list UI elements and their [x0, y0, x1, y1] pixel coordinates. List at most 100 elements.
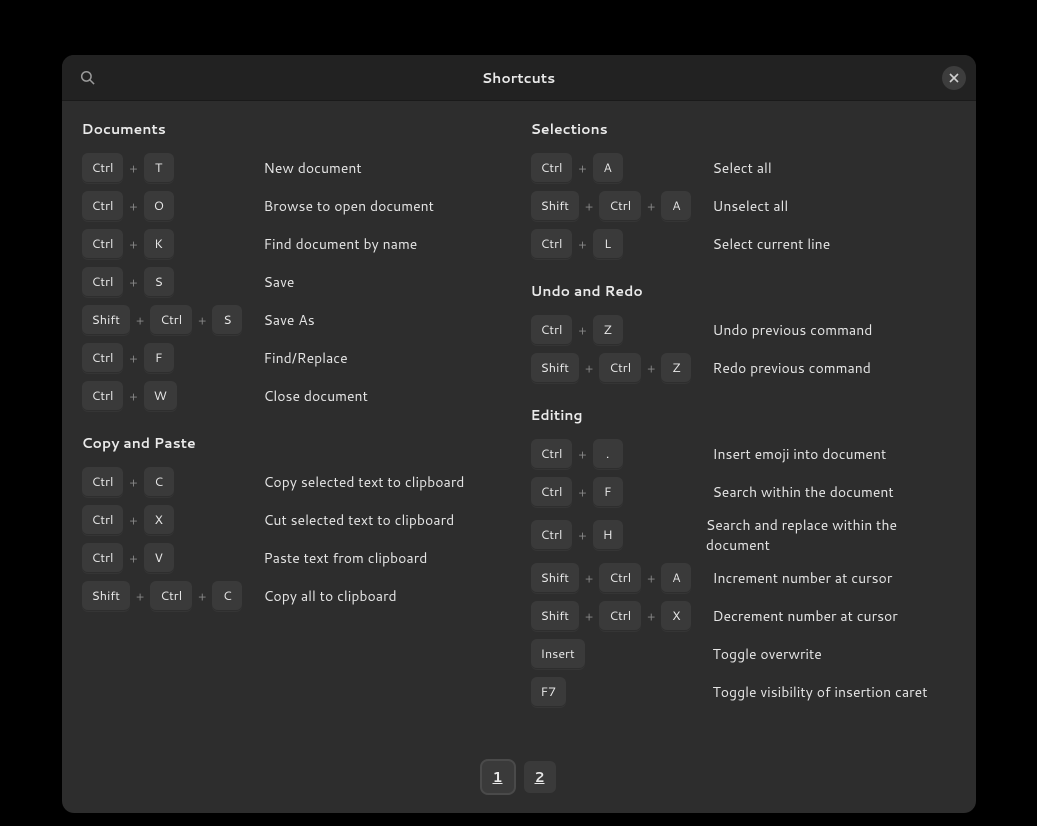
close-button[interactable]	[942, 66, 966, 90]
page-1-button[interactable]: 1	[482, 761, 514, 793]
key-cap: V	[144, 543, 174, 573]
key-plus: +	[123, 198, 143, 215]
shortcut-keys: Ctrl+A	[531, 153, 713, 183]
shortcuts-content: DocumentsCtrl+TNew documentCtrl+OBrowse …	[62, 101, 976, 749]
shortcut-row: Ctrl+SSave	[82, 267, 507, 297]
shortcut-row: F7 Toggle visibility of insertion caret	[531, 677, 956, 707]
key-cap: Ctrl	[531, 439, 573, 469]
shortcut-keys: Ctrl+W	[82, 381, 264, 411]
shortcut-keys: Shift+Ctrl+Z	[531, 353, 713, 383]
key-plus: +	[579, 608, 599, 625]
shortcut-description: Redo previous command	[713, 358, 871, 378]
key-cap: Ctrl	[82, 267, 124, 297]
shortcut-row: Ctrl+VPaste text from clipboard	[82, 543, 507, 573]
shortcut-keys: Ctrl+F	[531, 477, 713, 507]
key-plus: +	[123, 388, 143, 405]
key-cap: Shift	[82, 305, 131, 335]
shortcut-row: Ctrl+LSelect current line	[531, 229, 956, 259]
key-cap: Z	[661, 353, 691, 383]
key-plus: +	[123, 350, 143, 367]
shortcut-description: Decrement number at cursor	[713, 606, 898, 626]
page-2-button[interactable]: 2	[524, 761, 556, 793]
section-title: Documents	[82, 119, 507, 139]
shortcut-row: Ctrl+CCopy selected text to clipboard	[82, 467, 507, 497]
shortcut-keys: Ctrl+V	[82, 543, 264, 573]
key-plus: +	[572, 446, 592, 463]
key-plus: +	[572, 322, 592, 339]
shortcut-keys: Shift+Ctrl+A	[531, 563, 713, 593]
key-cap: Ctrl	[531, 477, 573, 507]
shortcut-description: Search and replace within the document	[706, 515, 956, 555]
shortcut-description: Insert emoji into document	[713, 444, 887, 464]
key-cap: X	[661, 601, 691, 631]
shortcut-description: Search within the document	[713, 482, 894, 502]
key-cap: Ctrl	[531, 315, 573, 345]
shortcut-description: Close document	[264, 386, 368, 406]
section-title: Undo and Redo	[531, 281, 956, 301]
shortcut-keys: Ctrl+K	[82, 229, 264, 259]
section-title: Copy and Paste	[82, 433, 507, 453]
key-plus: +	[641, 360, 661, 377]
shortcut-keys: Ctrl+Z	[531, 315, 713, 345]
key-cap: Ctrl	[531, 153, 573, 183]
window-title: Shortcuts	[482, 68, 556, 88]
shortcut-description: New document	[264, 158, 362, 178]
shortcut-section: EditingCtrl+.Insert emoji into documentC…	[531, 405, 956, 707]
key-cap: Shift	[531, 353, 580, 383]
key-plus: +	[579, 360, 599, 377]
shortcut-row: Ctrl+TNew document	[82, 153, 507, 183]
shortcut-description: Increment number at cursor	[713, 568, 893, 588]
key-cap: W	[144, 381, 177, 411]
shortcut-section: SelectionsCtrl+ASelect allShift+Ctrl+AUn…	[531, 119, 956, 259]
key-cap: Ctrl	[82, 381, 124, 411]
key-cap: Ctrl	[82, 343, 124, 373]
key-plus: +	[579, 570, 599, 587]
key-cap: Ctrl	[82, 543, 124, 573]
shortcut-keys: Ctrl+.	[531, 439, 713, 469]
shortcut-description: Save As	[264, 310, 315, 330]
shortcut-row: Ctrl+FFind/Replace	[82, 343, 507, 373]
shortcut-row: Shift+Ctrl+AUnselect all	[531, 191, 956, 221]
key-plus: +	[572, 484, 592, 501]
shortcut-row: Ctrl+.Insert emoji into document	[531, 439, 956, 469]
key-cap: Ctrl	[150, 305, 192, 335]
shortcut-keys: Shift+Ctrl+A	[531, 191, 713, 221]
key-cap: Ctrl	[82, 191, 124, 221]
key-plus: +	[130, 312, 150, 329]
key-cap: Ctrl	[82, 229, 124, 259]
key-plus: +	[123, 274, 143, 291]
shortcut-description: Browse to open document	[264, 196, 434, 216]
shortcut-description: Cut selected text to clipboard	[264, 510, 455, 530]
key-plus: +	[123, 550, 143, 567]
shortcut-row: Ctrl+WClose document	[82, 381, 507, 411]
shortcut-keys: Ctrl+O	[82, 191, 264, 221]
key-plus: +	[572, 236, 592, 253]
shortcut-row: Shift+Ctrl+XDecrement number at cursor	[531, 601, 956, 631]
shortcut-keys: Ctrl+C	[82, 467, 264, 497]
section-title: Selections	[531, 119, 956, 139]
right-column: SelectionsCtrl+ASelect allShift+Ctrl+AUn…	[531, 119, 956, 729]
key-cap: A	[661, 191, 691, 221]
shortcut-row: Shift+Ctrl+CCopy all to clipboard	[82, 581, 507, 611]
key-cap: Ctrl	[599, 353, 641, 383]
shortcut-keys: Ctrl+L	[531, 229, 713, 259]
key-cap: Ctrl	[531, 229, 573, 259]
key-plus: +	[641, 570, 661, 587]
shortcut-keys: Ctrl+T	[82, 153, 264, 183]
shortcuts-window: Shortcuts DocumentsCtrl+TNew documentCtr…	[62, 55, 976, 813]
shortcut-keys: Shift+Ctrl+S	[82, 305, 264, 335]
shortcut-row: InsertToggle overwrite	[531, 639, 956, 669]
search-icon	[80, 70, 95, 85]
shortcut-description: Toggle visibility of insertion caret	[713, 682, 928, 702]
search-button[interactable]	[76, 66, 100, 90]
key-cap: X	[144, 505, 174, 535]
shortcut-description: Copy selected text to clipboard	[264, 472, 465, 492]
shortcut-description: Select current line	[713, 234, 831, 254]
key-cap: C	[212, 581, 242, 611]
shortcut-keys: Shift+Ctrl+X	[531, 601, 713, 631]
shortcut-description: Paste text from clipboard	[264, 548, 428, 568]
key-cap: Z	[593, 315, 623, 345]
key-cap: A	[661, 563, 691, 593]
key-cap: F7	[531, 677, 567, 707]
shortcut-description: Save	[264, 272, 295, 292]
